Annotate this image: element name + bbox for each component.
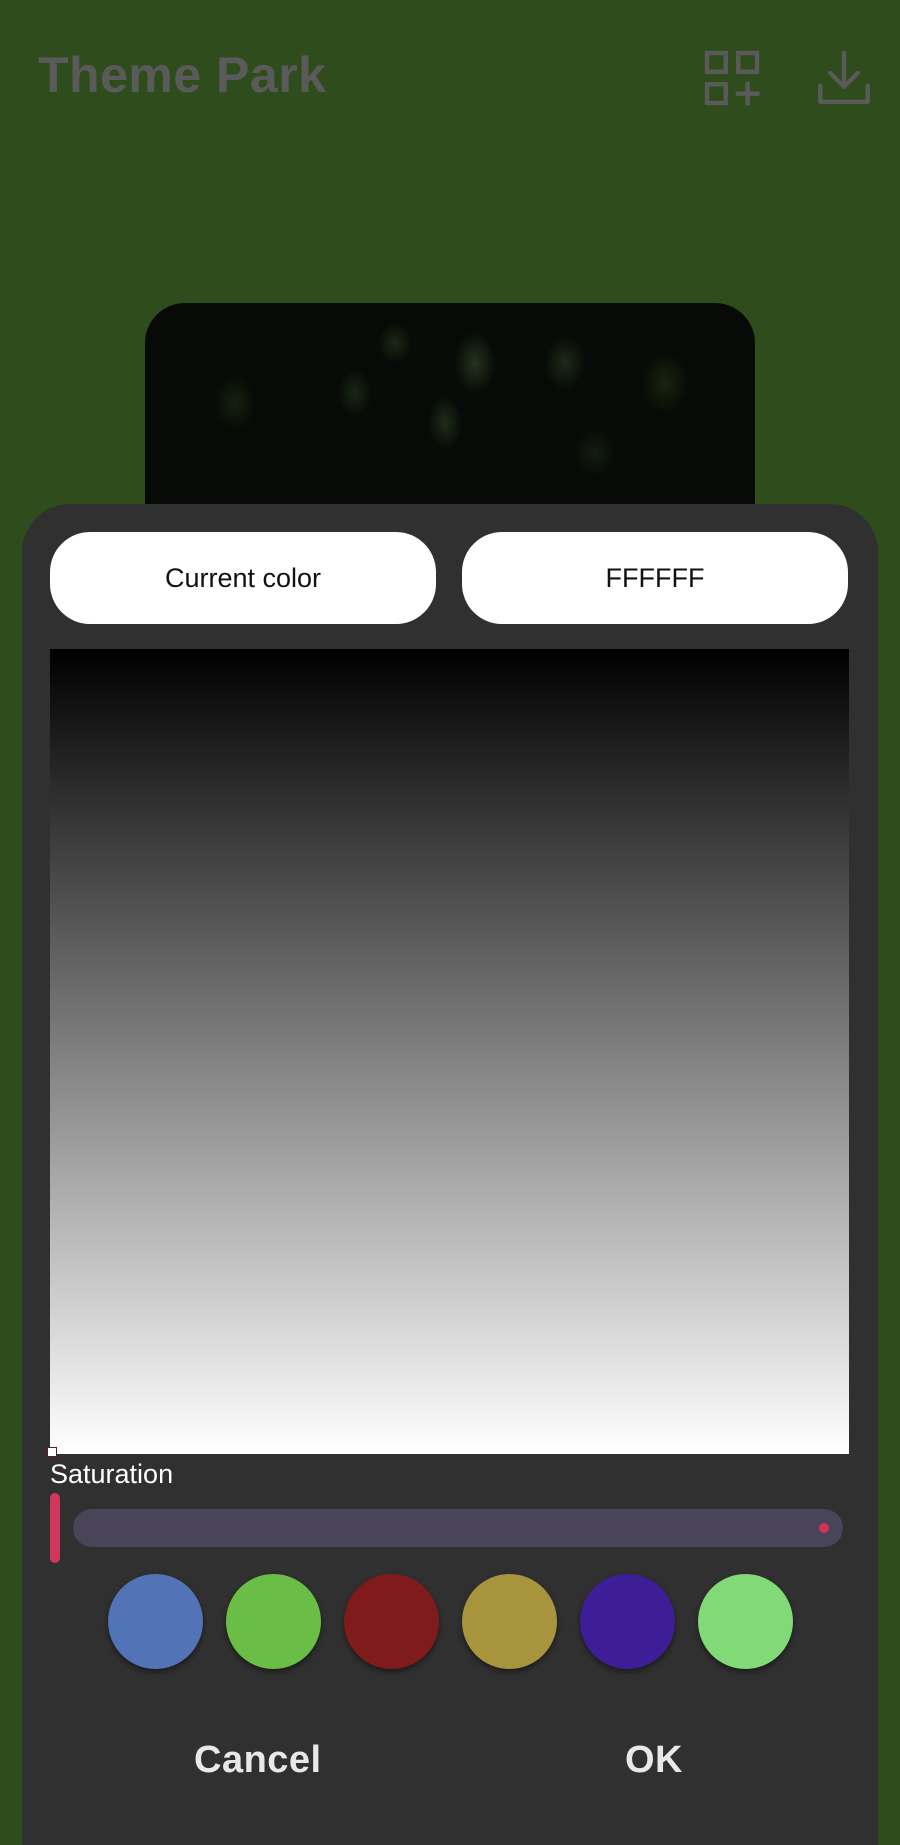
swatch-red[interactable] (344, 1574, 439, 1669)
hex-value-field[interactable]: FFFFFF (462, 532, 848, 624)
swatch-purple[interactable] (580, 1574, 675, 1669)
color-selector-cursor[interactable] (47, 1447, 57, 1457)
saturation-handle[interactable] (50, 1493, 60, 1563)
swatch-green[interactable] (226, 1574, 321, 1669)
app-title: Theme Park (38, 47, 327, 103)
swatch-gold[interactable] (462, 1574, 557, 1669)
color-picker-dialog: Current color FFFFFF Saturation Cancel O… (22, 504, 878, 1845)
saturation-value-panel[interactable] (47, 649, 849, 1457)
current-color-button[interactable]: Current color (50, 532, 436, 624)
saturation-slider-thumb[interactable] (819, 1523, 829, 1533)
ok-button[interactable]: OK (625, 1739, 683, 1782)
preset-swatches (108, 1574, 793, 1669)
swatch-light-green[interactable] (698, 1574, 793, 1669)
download-icon[interactable] (814, 48, 874, 108)
qr-add-icon[interactable] (702, 48, 762, 108)
swatch-blue[interactable] (108, 1574, 203, 1669)
saturation-label: Saturation (50, 1459, 174, 1489)
saturation-slider[interactable] (73, 1509, 843, 1547)
cancel-button[interactable]: Cancel (194, 1739, 322, 1782)
